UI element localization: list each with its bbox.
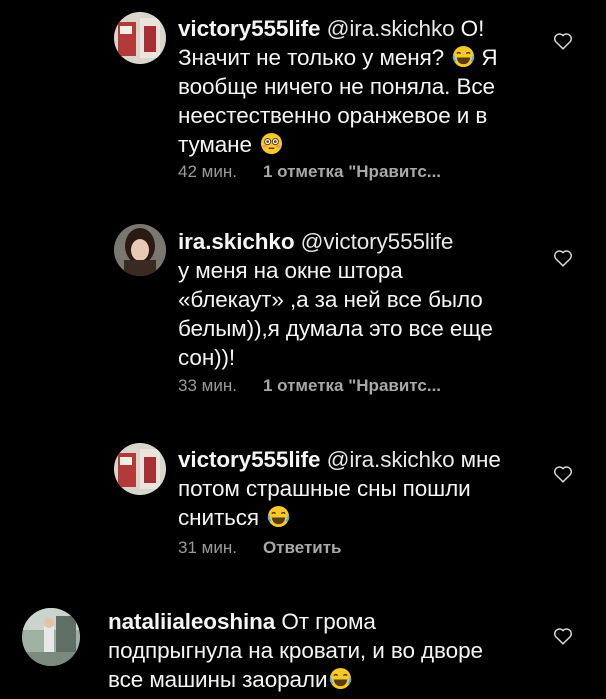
likes-count[interactable]: 1 отметка "Нравитс... [263, 376, 441, 395]
avatar[interactable] [114, 12, 166, 64]
comment-timestamp: 33 мин. [178, 376, 237, 395]
comment-text: сон))! [178, 345, 236, 370]
comment-text: Значит не только у меня? [178, 45, 451, 70]
comment-text: «блекаут» ,а за ней все было [178, 287, 483, 312]
mention-link[interactable]: @victory555life [301, 229, 454, 254]
username[interactable]: nataliialeoshina [108, 609, 275, 634]
comment-text: у меня на окне штора [178, 258, 403, 283]
like-heart-icon[interactable] [552, 625, 574, 647]
likes-count[interactable]: 1 отметка "Нравитс... [263, 162, 441, 181]
comment-text: мне [454, 447, 501, 472]
comment-text: белым)),я думала это все еще [178, 316, 493, 341]
laughing-emoji-icon [267, 505, 290, 528]
avatar[interactable] [114, 443, 166, 495]
like-heart-icon[interactable] [552, 30, 574, 52]
like-heart-icon[interactable] [552, 463, 574, 485]
username[interactable]: victory555life [178, 447, 321, 472]
comment-text: О! [454, 16, 485, 41]
comment-text: подпрыгнула на кровати, и во дворе [108, 638, 483, 663]
laughing-emoji-icon [452, 45, 475, 68]
comment-text: потом страшные сны пошли [178, 476, 471, 501]
reply-button[interactable]: Ответить [263, 538, 342, 557]
comment-text: сниться [178, 505, 266, 530]
flushed-emoji-icon [260, 132, 283, 155]
like-heart-icon[interactable] [552, 247, 574, 269]
comment-text: вообще ничего не поняла. Все [178, 74, 495, 99]
username[interactable]: ira.skichko [178, 229, 295, 254]
comment-timestamp: 42 мин. [178, 162, 237, 181]
comment-text: От грома [275, 609, 376, 634]
laughing-emoji-icon [329, 667, 352, 690]
username[interactable]: victory555life [178, 16, 321, 41]
avatar[interactable] [22, 608, 80, 666]
avatar[interactable] [114, 224, 166, 276]
comment-timestamp: 31 мин. [178, 538, 237, 557]
mention-link[interactable]: @ira.skichko [327, 447, 455, 472]
comment-text: тумане [178, 132, 259, 157]
mention-link[interactable]: @ira.skichko [327, 16, 455, 41]
comment-text: Я [475, 45, 498, 70]
comment-text: все машины заорали [108, 667, 328, 692]
comment-text: неестественно оранжевое и в [178, 103, 488, 128]
